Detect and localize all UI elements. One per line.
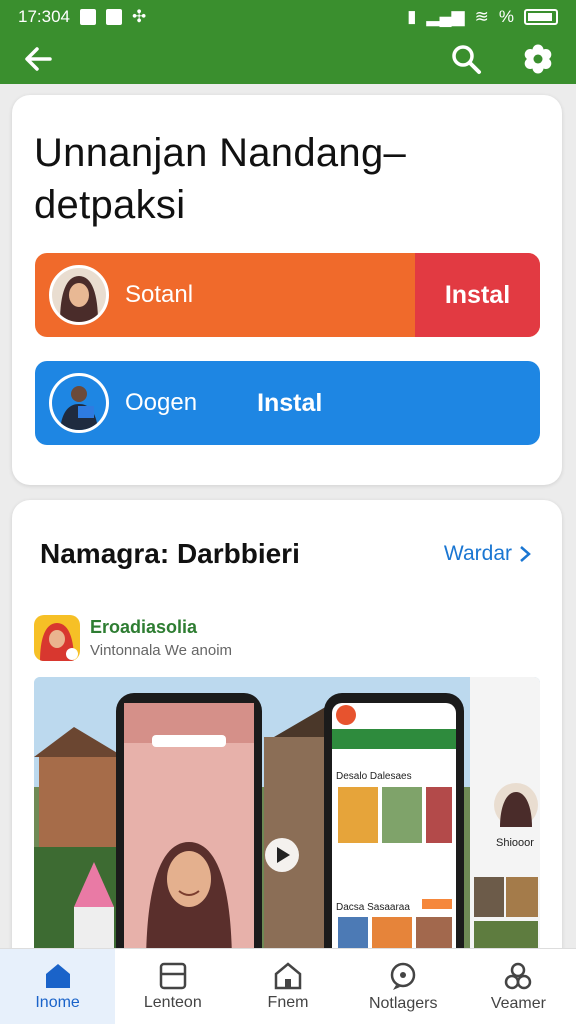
app-bar: 17:304 ✣ ▮ ▂▄▆ ≋ % xyxy=(0,0,576,84)
app-banner-oogen[interactable]: Oogen Instal xyxy=(35,361,540,445)
nav-veamer[interactable]: Veamer xyxy=(461,949,576,1024)
banner-app-name: Oogen xyxy=(125,389,198,416)
battery-icon xyxy=(524,9,558,25)
nav-label: Fnem xyxy=(267,993,309,1011)
wifi-icon: ≋ xyxy=(474,7,489,26)
avatar xyxy=(49,265,109,325)
page-title: Unnanjan Nandang– detpaksi xyxy=(34,131,407,227)
banner-app-name: Sotanl xyxy=(125,281,194,308)
nav-label: Inome xyxy=(35,993,80,1011)
nav-label: Notlagers xyxy=(368,994,438,1012)
people-icon xyxy=(505,962,532,989)
screenshot-illustration xyxy=(34,677,540,967)
developer-subtitle: Vintonnala We anoim xyxy=(90,642,233,659)
toolbar xyxy=(0,34,576,84)
home-icon xyxy=(45,963,70,988)
vibrate-icon: ▮ xyxy=(407,7,417,26)
developer-icon xyxy=(34,615,80,661)
app-section-card: Namagra: Darbbieri Wardar Eroadiasolia V… xyxy=(12,500,562,970)
install-button[interactable]: Instal xyxy=(257,389,322,418)
card-icon xyxy=(159,962,187,989)
nav-label: Lenteon xyxy=(143,993,202,1011)
status-time: 17:304 xyxy=(18,7,70,26)
developer-row[interactable]: Eroadiasolia Vintonnala We anoim xyxy=(34,615,232,661)
see-more-link[interactable]: Wardar xyxy=(444,542,532,566)
nav-lenteon[interactable]: Lenteon xyxy=(115,949,230,1024)
house-outline-icon xyxy=(274,961,302,989)
phone-section-text: Dacsa Sasaaraa xyxy=(336,902,410,913)
app-screenshot[interactable]: Desalo Dalesaes Dacsa Sasaaraa Shiooor xyxy=(34,677,540,967)
chat-bubble-icon xyxy=(390,962,416,990)
developer-name: Eroadiasolia xyxy=(90,617,198,637)
battery-percent: % xyxy=(498,7,514,26)
status-bar: 17:304 ✣ ▮ ▂▄▆ ≋ % xyxy=(0,0,576,34)
notification-icon xyxy=(106,9,122,25)
avatar xyxy=(49,373,109,433)
signal-icon: ▂▄▆ xyxy=(426,7,465,26)
side-caption: Shiooor xyxy=(496,837,534,849)
bottom-navigation: Inome Lenteon Fnem Notlagers Veamer xyxy=(0,948,576,1024)
see-more-label: Wardar xyxy=(443,542,512,565)
nav-home[interactable]: Inome xyxy=(0,949,116,1024)
install-button[interactable]: Instal xyxy=(415,253,540,337)
search-icon[interactable] xyxy=(450,43,482,75)
notification-icon xyxy=(80,9,96,25)
phone-header-text: Desalo Dalesaes xyxy=(336,771,412,782)
nav-fnem[interactable]: Fnem xyxy=(230,949,345,1024)
nav-notlagers[interactable]: Notlagers xyxy=(346,949,461,1024)
back-arrow-icon[interactable] xyxy=(22,43,54,75)
nav-label: Veamer xyxy=(490,994,546,1012)
featured-card: Unnanjan Nandang– detpaksi Sotanl Instal… xyxy=(12,95,562,485)
chevron-right-icon xyxy=(520,546,531,562)
app-banner-sotanl[interactable]: Sotanl Instal xyxy=(35,253,540,337)
gear-icon[interactable] xyxy=(522,43,554,75)
section-title: Namagra: Darbbieri xyxy=(40,538,300,569)
notification-icon: ✣ xyxy=(132,7,147,26)
